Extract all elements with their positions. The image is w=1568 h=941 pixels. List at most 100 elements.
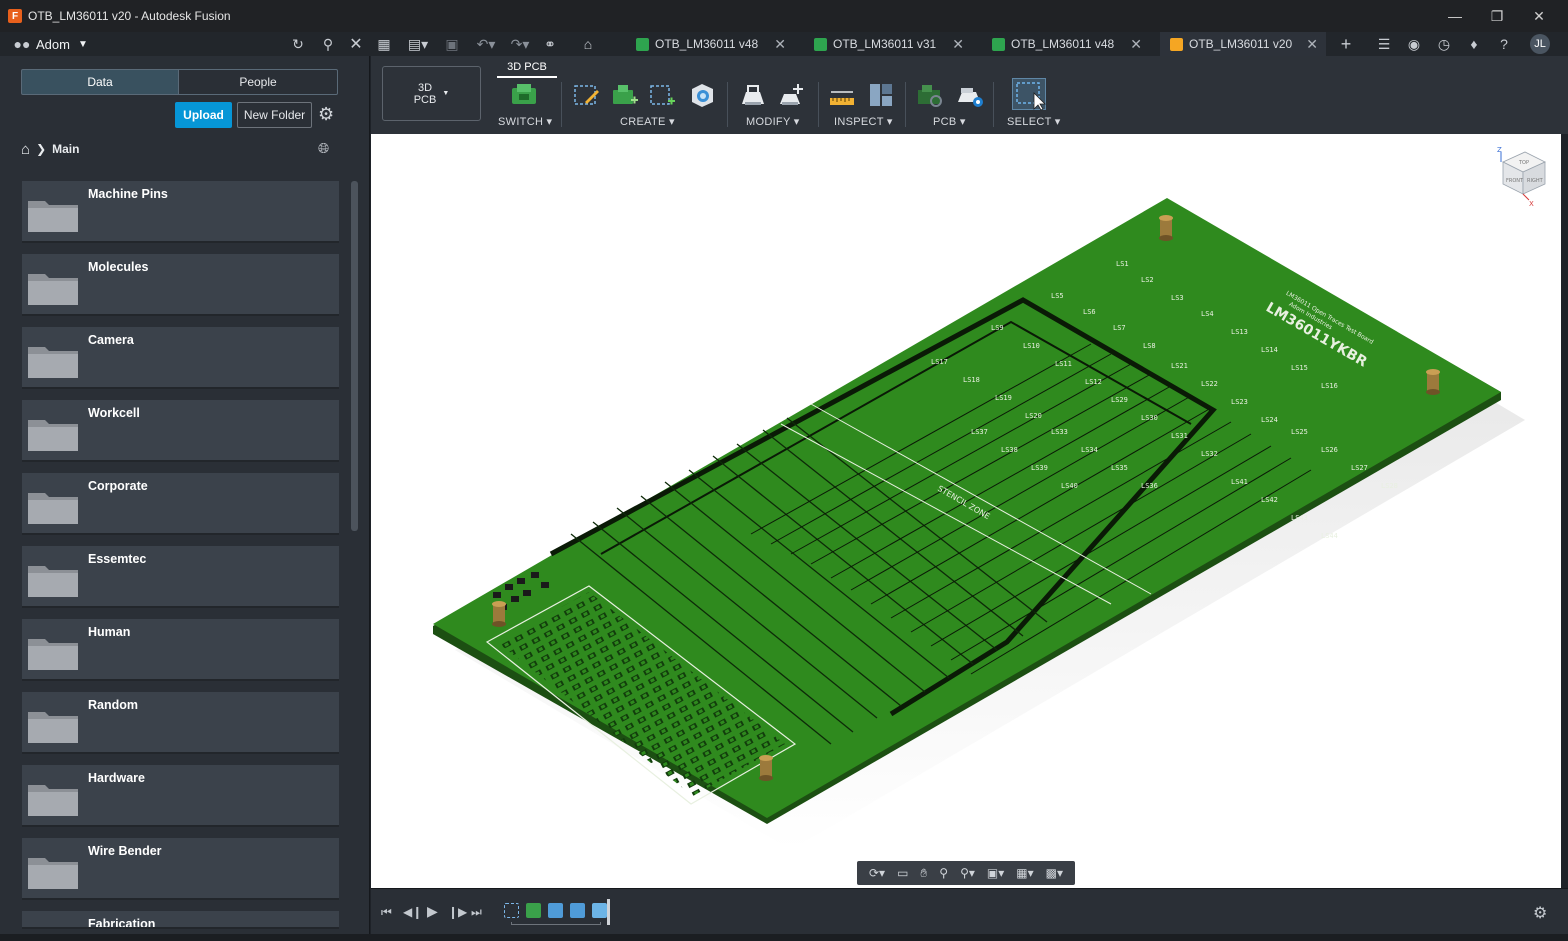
timeline-settings-icon[interactable]: ⚙ <box>1533 903 1547 923</box>
new-folder-button[interactable]: New Folder <box>237 102 312 128</box>
timeline-start-icon[interactable]: ⏮ <box>381 905 392 920</box>
minimize-button[interactable]: — <box>1434 0 1476 32</box>
viewports-icon[interactable]: ▩▾ <box>1046 866 1063 880</box>
timeline-prev-icon[interactable]: ◀❙ <box>403 905 422 919</box>
folder-item[interactable]: Workcell <box>22 400 339 462</box>
grid-settings-icon[interactable]: ▦▾ <box>1016 866 1033 880</box>
breadcrumb-current[interactable]: Main <box>52 142 79 156</box>
tab-data[interactable]: Data <box>21 69 179 95</box>
outline-sketch-icon[interactable] <box>571 80 601 110</box>
close-window-button[interactable]: ✕ <box>1518 0 1560 32</box>
online-status-icon[interactable]: ◉ <box>1404 34 1424 54</box>
folder-item[interactable]: Hardware <box>22 765 339 827</box>
switch-to-pcb-icon[interactable] <box>509 80 539 110</box>
folder-item[interactable]: Camera <box>22 327 339 389</box>
document-tab-1[interactable]: OTB_LM36011 v48 ✕ <box>626 32 794 56</box>
tab-people[interactable]: People <box>179 69 338 95</box>
new-tab-icon[interactable]: + <box>1336 34 1356 54</box>
folder-item[interactable]: Machine Pins <box>22 181 339 243</box>
folder-item[interactable]: Fabrication <box>22 911 339 929</box>
viewcube-front[interactable]: FRONT <box>1506 178 1524 184</box>
gear-icon[interactable]: ⚙ <box>318 104 334 125</box>
folder-item[interactable]: Essemtec <box>22 546 339 608</box>
help-icon[interactable]: ? <box>1494 34 1514 54</box>
link-icon[interactable]: ⚭ <box>540 34 560 54</box>
orbit-icon[interactable]: ⟳▾ <box>869 866 885 880</box>
job-status-icon[interactable]: ◷ <box>1434 34 1454 54</box>
pcb-settings-icon[interactable] <box>955 80 985 110</box>
look-at-icon[interactable]: ▭ <box>897 866 908 880</box>
file-menu-icon[interactable]: ▤▾ <box>404 34 432 54</box>
switch-group-label[interactable]: SWITCH ▾ <box>498 115 552 128</box>
restore-button[interactable]: ❐ <box>1476 0 1518 32</box>
zoom-icon[interactable]: ⚲ <box>939 866 948 880</box>
timeline-next-icon[interactable]: ❙▶ <box>448 905 467 919</box>
timeline-end-icon[interactable]: ⏭ <box>471 905 482 920</box>
timeline-marker[interactable] <box>607 899 610 925</box>
close-tab-icon[interactable]: ✕ <box>952 36 964 53</box>
section-analysis-icon[interactable] <box>866 80 896 110</box>
modify-group-label[interactable]: MODIFY ▾ <box>746 115 800 128</box>
pcb-3d-model[interactable]: LS1 LS2 LS3 LS4 LS5 LS6 LS7 LS8 LS9 LS10 LS11 LS1… <box>371 134 1561 888</box>
create-group-label[interactable]: CREATE ▾ <box>620 115 675 128</box>
move-component-icon[interactable] <box>738 80 768 110</box>
home-icon[interactable]: ⌂ <box>21 141 30 158</box>
user-avatar[interactable]: JL <box>1530 34 1550 54</box>
timeline-feature-outline[interactable] <box>504 903 519 918</box>
close-panel-icon[interactable]: ✕ <box>346 34 366 54</box>
document-tab-3[interactable]: OTB_LM36011 v48 ✕ <box>982 32 1150 56</box>
notifications-icon[interactable]: ♦ <box>1464 34 1484 54</box>
inspect-group-label[interactable]: INSPECT ▾ <box>834 115 893 128</box>
select-group-label[interactable]: SELECT ▾ <box>1007 115 1061 128</box>
folder-item[interactable]: Random <box>22 692 339 754</box>
fit-icon[interactable]: ⚲▾ <box>960 866 975 880</box>
measure-icon[interactable] <box>827 80 857 110</box>
refresh-icon[interactable]: ↻ <box>288 34 308 54</box>
folder-icon <box>28 858 78 889</box>
3d-viewport[interactable]: LS1 LS2 LS3 LS4 LS5 LS6 LS7 LS8 LS9 LS10 LS11 LS1… <box>371 134 1561 888</box>
toolbar-separator <box>818 82 819 127</box>
workspace-switcher[interactable]: 3D PCB ▼ <box>382 66 481 121</box>
folder-list-scrollbar[interactable] <box>351 181 358 531</box>
upload-button[interactable]: Upload <box>175 102 232 128</box>
globe-icon[interactable]: 🌐︎ <box>318 140 329 157</box>
viewcube-right[interactable]: RIGHT <box>1527 178 1544 184</box>
folder-icon <box>28 347 78 378</box>
grid-menu-icon[interactable]: ▦ <box>374 34 394 54</box>
svg-text:LS39: LS39 <box>1031 464 1048 472</box>
align-components-icon[interactable] <box>776 80 806 110</box>
timeline-play-icon[interactable]: ▶ <box>427 903 438 920</box>
save-icon[interactable]: ▣ <box>442 34 462 54</box>
pcb-push-icon[interactable] <box>915 80 945 110</box>
svg-text:LS6: LS6 <box>1083 308 1096 316</box>
tab-3d-pcb[interactable]: 3D PCB <box>497 58 557 78</box>
folder-item[interactable]: Corporate <box>22 473 339 535</box>
folder-item[interactable]: Wire Bender <box>22 838 339 900</box>
folder-item[interactable]: Molecules <box>22 254 339 316</box>
pan-icon[interactable]: ✋︎ <box>920 866 927 881</box>
home-icon[interactable]: ⌂ <box>578 34 598 54</box>
document-tab-2[interactable]: OTB_LM36011 v31 ✕ <box>804 32 972 56</box>
create-component-icon[interactable] <box>609 80 639 110</box>
viewcube-top[interactable]: TOP <box>1518 160 1529 166</box>
display-settings-icon[interactable]: ▣▾ <box>987 866 1004 880</box>
extensions-icon[interactable]: ☰ <box>1374 34 1394 54</box>
select-tool-button[interactable] <box>1012 78 1046 111</box>
team-selector[interactable]: Adom ▼ <box>36 34 96 54</box>
create-3d-view-icon[interactable] <box>687 80 717 110</box>
document-tab-4[interactable]: OTB_LM36011 v20 ✕ <box>1160 32 1326 56</box>
undo-icon[interactable]: ↶▾ <box>472 34 500 54</box>
close-tab-icon[interactable]: ✕ <box>774 36 786 53</box>
search-icon[interactable]: ⚲ <box>318 34 338 54</box>
timeline-feature-image[interactable] <box>570 903 585 918</box>
close-tab-icon[interactable]: ✕ <box>1130 36 1142 53</box>
redo-icon[interactable]: ↷▾ <box>506 34 534 54</box>
timeline-feature-3d[interactable] <box>592 903 607 918</box>
pcb-group-label[interactable]: PCB ▾ <box>933 115 966 128</box>
folder-item[interactable]: Human <box>22 619 339 681</box>
timeline-feature-component[interactable] <box>526 903 541 918</box>
viewcube[interactable]: TOP FRONT RIGHT Z X <box>1493 144 1557 210</box>
close-tab-icon[interactable]: ✕ <box>1306 36 1318 53</box>
create-outline-icon[interactable] <box>647 80 677 110</box>
timeline-feature-image[interactable] <box>548 903 563 918</box>
